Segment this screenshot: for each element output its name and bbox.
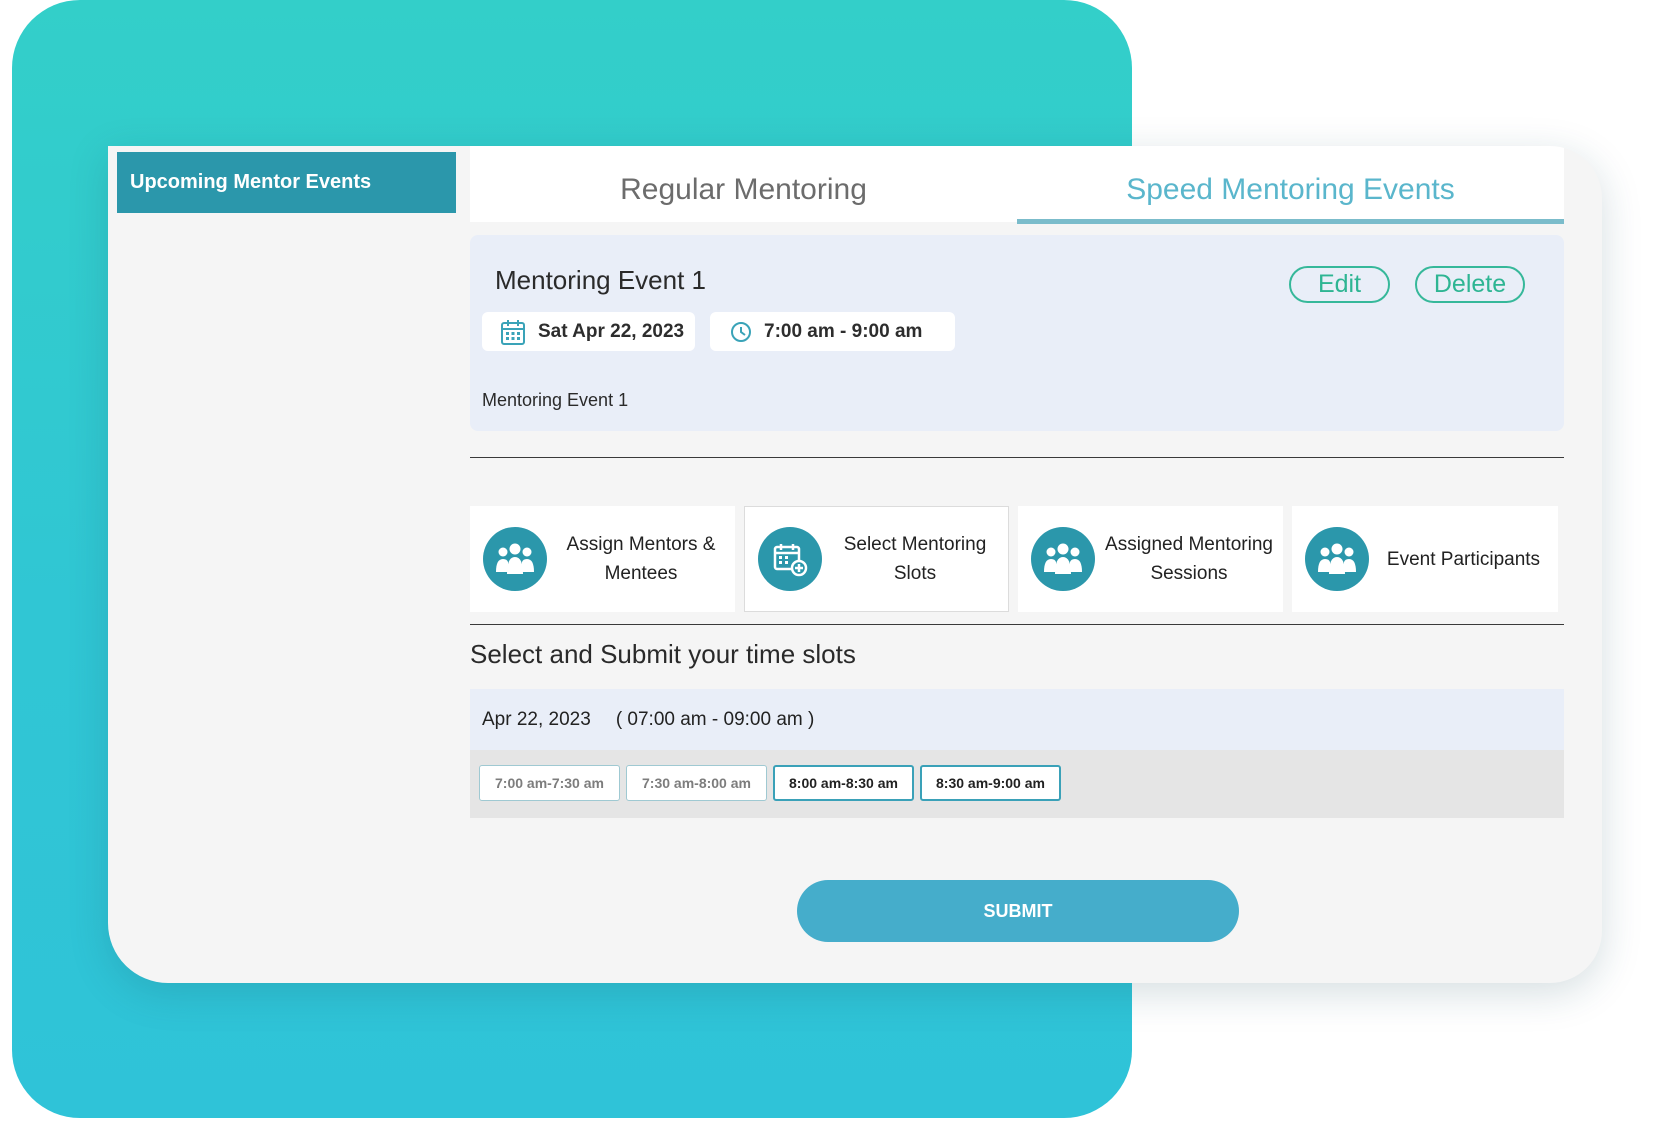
slots-time-range: ( 07:00 am - 09:00 am ) [615,708,815,730]
action-label: Event Participants [1386,548,1541,570]
time-slots-row: 7:00 am-7:30 am 7:30 am-8:00 am 8:00 am-… [470,750,1564,818]
divider [470,457,1564,458]
event-time: 7:00 am - 9:00 am [764,320,923,342]
event-description: Mentoring Event 1 [482,390,629,410]
people-group-icon [1031,527,1095,591]
action-assign-mentors-mentees[interactable]: Assign Mentors & Mentees [470,506,735,612]
action-label: Assigned Mentoring Sessions [1105,534,1273,584]
event-card: Mentoring Event 1 Sat Apr 22, 2023 7:00 … [470,235,1564,431]
tab-bar: Regular Mentoring Speed Mentoring Events [470,146,1564,224]
event-date-chip: Sat Apr 22, 2023 [482,312,695,351]
time-slot-button[interactable]: 7:30 am-8:00 am [626,765,767,801]
time-slot-button[interactable]: 8:30 am-9:00 am [920,765,1061,801]
action-label: Assign Mentors & Mentees [566,534,716,584]
time-slot-button[interactable]: 8:00 am-8:30 am [773,765,914,801]
calendar-icon [501,319,525,345]
delete-button[interactable]: Delete [1415,266,1525,303]
app-panel: Upcoming Mentor Events Regular Mentoring… [108,146,1602,983]
slots-date: Apr 22, 2023 [482,708,591,730]
people-group-icon [483,527,547,591]
tab-speed-mentoring-events[interactable]: Speed Mentoring Events [1017,146,1564,224]
tab-label: Regular Mentoring [620,173,867,206]
divider [470,624,1564,625]
tab-regular-mentoring[interactable]: Regular Mentoring [470,146,1017,222]
action-event-participants[interactable]: Event Participants [1292,506,1558,612]
sidebar-item-label: Upcoming Mentor Events [130,171,372,193]
calendar-plus-icon [758,527,822,591]
people-group-icon [1305,527,1369,591]
slots-date-header: Apr 22, 2023 ( 07:00 am - 09:00 am ) [470,689,1564,750]
event-date: Sat Apr 22, 2023 [538,320,685,342]
time-slot-button[interactable]: 7:00 am-7:30 am [479,765,620,801]
action-assigned-mentoring-sessions[interactable]: Assigned Mentoring Sessions [1018,506,1283,612]
edit-button[interactable]: Edit [1289,266,1390,303]
event-title: Mentoring Event 1 [495,265,707,295]
event-time-chip: 7:00 am - 9:00 am [710,312,955,351]
tab-label: Speed Mentoring Events [1126,173,1455,206]
action-select-mentoring-slots[interactable]: Select Mentoring Slots [744,506,1009,612]
action-label: Select Mentoring Slots [843,534,987,584]
submit-button[interactable]: SUBMIT [797,880,1239,942]
section-title: Select and Submit your time slots [470,639,856,669]
clock-icon [731,321,751,342]
sidebar-item-upcoming-mentor-events[interactable]: Upcoming Mentor Events [117,152,456,213]
